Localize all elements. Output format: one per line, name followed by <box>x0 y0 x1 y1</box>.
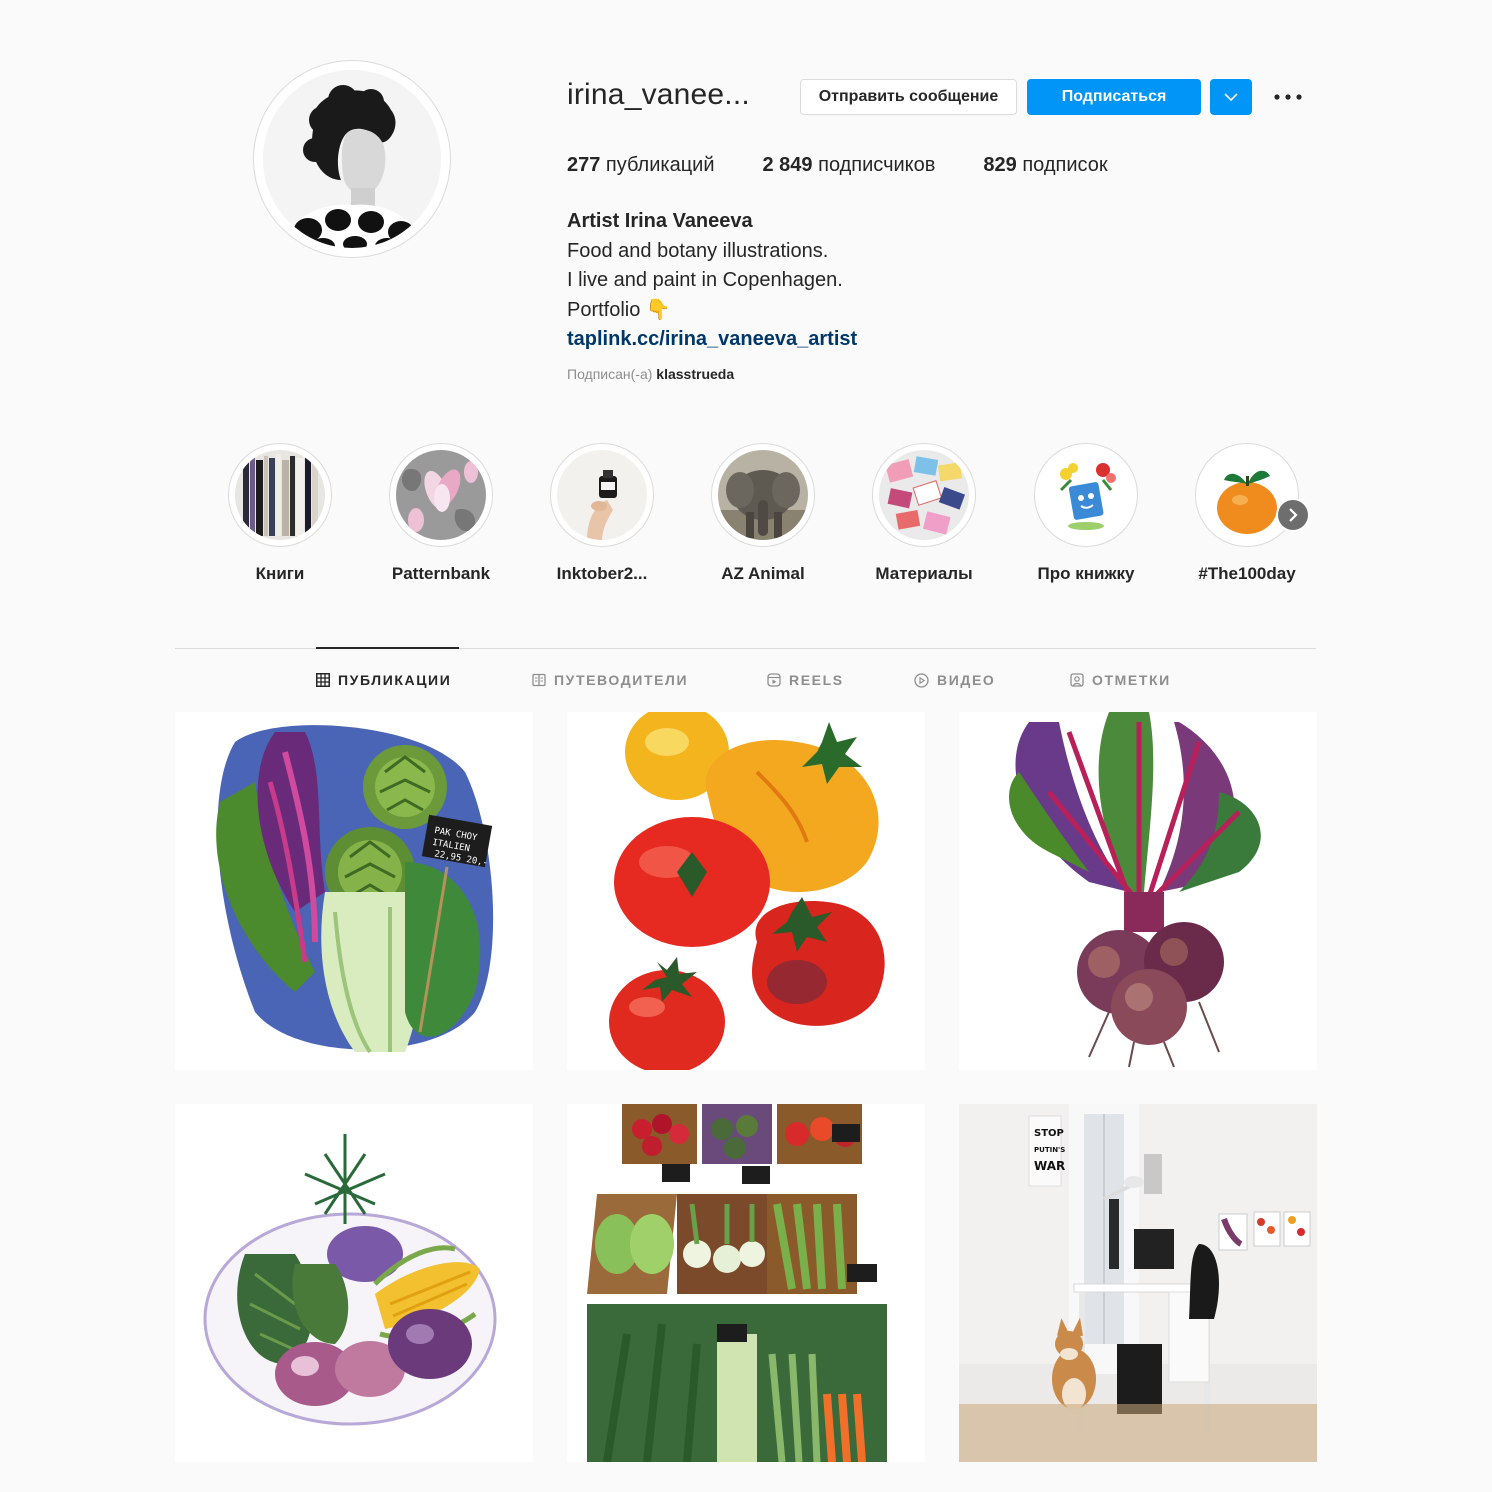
tab-reels[interactable]: REELS <box>767 672 844 688</box>
bio-link[interactable]: taplink.cc/irina_vaneeva_artist <box>567 325 857 355</box>
bio-name: Artist Irina Vaneeva <box>567 210 753 232</box>
grid-icon <box>316 673 330 687</box>
pak-choi-illustration: PAK CHOY ITALIEN 22,95 20,- <box>175 712 533 1070</box>
profile-stats: 277 публикаций 2 849 подписчиков 829 под… <box>567 154 1156 177</box>
profile-avatar[interactable] <box>253 60 451 258</box>
video-icon <box>914 672 929 688</box>
poster-text: WAR <box>1034 1159 1065 1173</box>
more-options-button[interactable] <box>1268 83 1308 111</box>
highlight-item[interactable]: Patternbank <box>386 443 496 584</box>
market-stall-illustration <box>567 1104 925 1462</box>
poster-text: STOP <box>1034 1128 1064 1139</box>
tab-guides[interactable]: ПУТЕВОДИТЕЛИ <box>532 672 688 688</box>
chevron-down-icon <box>1224 92 1238 101</box>
highlight-label: Про книжку <box>1037 564 1135 583</box>
highlight-item[interactable]: Материалы <box>869 443 979 584</box>
posts-stat: 277 публикаций <box>567 154 715 177</box>
followers-count: 2 849 <box>762 154 813 176</box>
highlights-next-button[interactable] <box>1278 500 1308 530</box>
guide-icon <box>532 673 546 687</box>
profile-page: irina_vanee... Отправить сообщение Подпи… <box>0 0 1492 1492</box>
highlight-item[interactable]: Книги <box>225 443 335 584</box>
avatar-image <box>263 70 441 248</box>
followed-by[interactable]: Подписан(-а) klasstrueda <box>567 366 734 382</box>
post-tile[interactable]: PAK CHOY ITALIEN 22,95 20,- <box>175 712 533 1070</box>
book-character-highlight-icon <box>1041 450 1131 540</box>
send-message-button[interactable]: Отправить сообщение <box>800 79 1017 115</box>
highlight-label: Inktober2... <box>556 564 648 583</box>
highlight-label: Книги <box>255 564 305 583</box>
materials-highlight-icon <box>879 450 969 540</box>
post-tile[interactable] <box>567 1104 925 1462</box>
highlight-label: #The100day <box>1198 564 1296 583</box>
posts-count: 277 <box>567 154 601 176</box>
active-tab-indicator <box>316 647 459 649</box>
followed-by-user: klasstrueda <box>656 366 735 382</box>
ink-bottle-highlight-icon <box>557 450 647 540</box>
bio-line-1: Food and botany illustrations. <box>567 239 829 262</box>
posts-label: публикаций <box>600 154 715 176</box>
bio-line-3: Portfolio 👇 <box>567 298 671 321</box>
highlight-item[interactable]: Inktober2... <box>547 443 657 584</box>
books-highlight-icon <box>235 450 325 540</box>
tab-tagged[interactable]: ОТМЕТКИ <box>1070 672 1171 688</box>
following-count: 829 <box>983 154 1017 176</box>
chevron-right-icon <box>1289 508 1298 522</box>
profile-username: irina_vanee... <box>567 78 750 111</box>
post-tile[interactable]: STOP PUTIN'S WAR <box>959 1104 1317 1462</box>
elephant-highlight-icon <box>718 450 808 540</box>
highlight-item[interactable]: Про книжку <box>1031 443 1141 584</box>
following-stat[interactable]: 829 подписок <box>983 154 1107 177</box>
tab-label: ПУТЕВОДИТЕЛИ <box>554 672 689 688</box>
tagged-icon <box>1070 673 1084 687</box>
tab-label: ОТМЕТКИ <box>1092 672 1171 688</box>
tab-label: ПУБЛИКАЦИИ <box>338 672 452 688</box>
tab-video[interactable]: ВИДЕО <box>914 672 995 688</box>
vegetable-plate-illustration <box>175 1104 533 1462</box>
bio-line-2: I live and paint in Copenhagen. <box>567 269 843 291</box>
tab-posts[interactable]: ПУБЛИКАЦИИ <box>316 672 451 688</box>
highlight-label: Patternbank <box>391 564 491 583</box>
highlight-item[interactable]: AZ Animal <box>708 443 818 584</box>
poster-text: PUTIN'S <box>1034 1146 1065 1154</box>
followers-stat[interactable]: 2 849 подписчиков <box>763 154 936 177</box>
tangerine-highlight-icon <box>1202 450 1292 540</box>
post-tile[interactable] <box>175 1104 533 1462</box>
highlight-label: AZ Animal <box>721 564 805 583</box>
tab-label: REELS <box>789 672 844 688</box>
reels-icon <box>767 673 781 687</box>
post-tile[interactable] <box>959 712 1317 1070</box>
followed-by-prefix: Подписан(-а) <box>567 366 657 382</box>
post-tile[interactable] <box>567 712 925 1070</box>
followers-label: подписчиков <box>812 154 936 176</box>
more-dots-icon <box>1274 94 1302 100</box>
highlight-label: Материалы <box>875 564 973 583</box>
suggested-accounts-button[interactable] <box>1210 79 1252 115</box>
studio-photo: STOP PUTIN'S WAR <box>959 1104 1317 1462</box>
follow-button[interactable]: Подписаться <box>1027 79 1201 115</box>
tab-label: ВИДЕО <box>937 672 996 688</box>
tomatoes-illustration <box>567 712 925 1070</box>
profile-bio: Artist Irina Vaneeva Food and botany ill… <box>567 207 857 355</box>
beetroot-illustration <box>959 712 1317 1070</box>
following-label: подписок <box>1016 154 1108 176</box>
magnolia-highlight-icon <box>396 450 486 540</box>
